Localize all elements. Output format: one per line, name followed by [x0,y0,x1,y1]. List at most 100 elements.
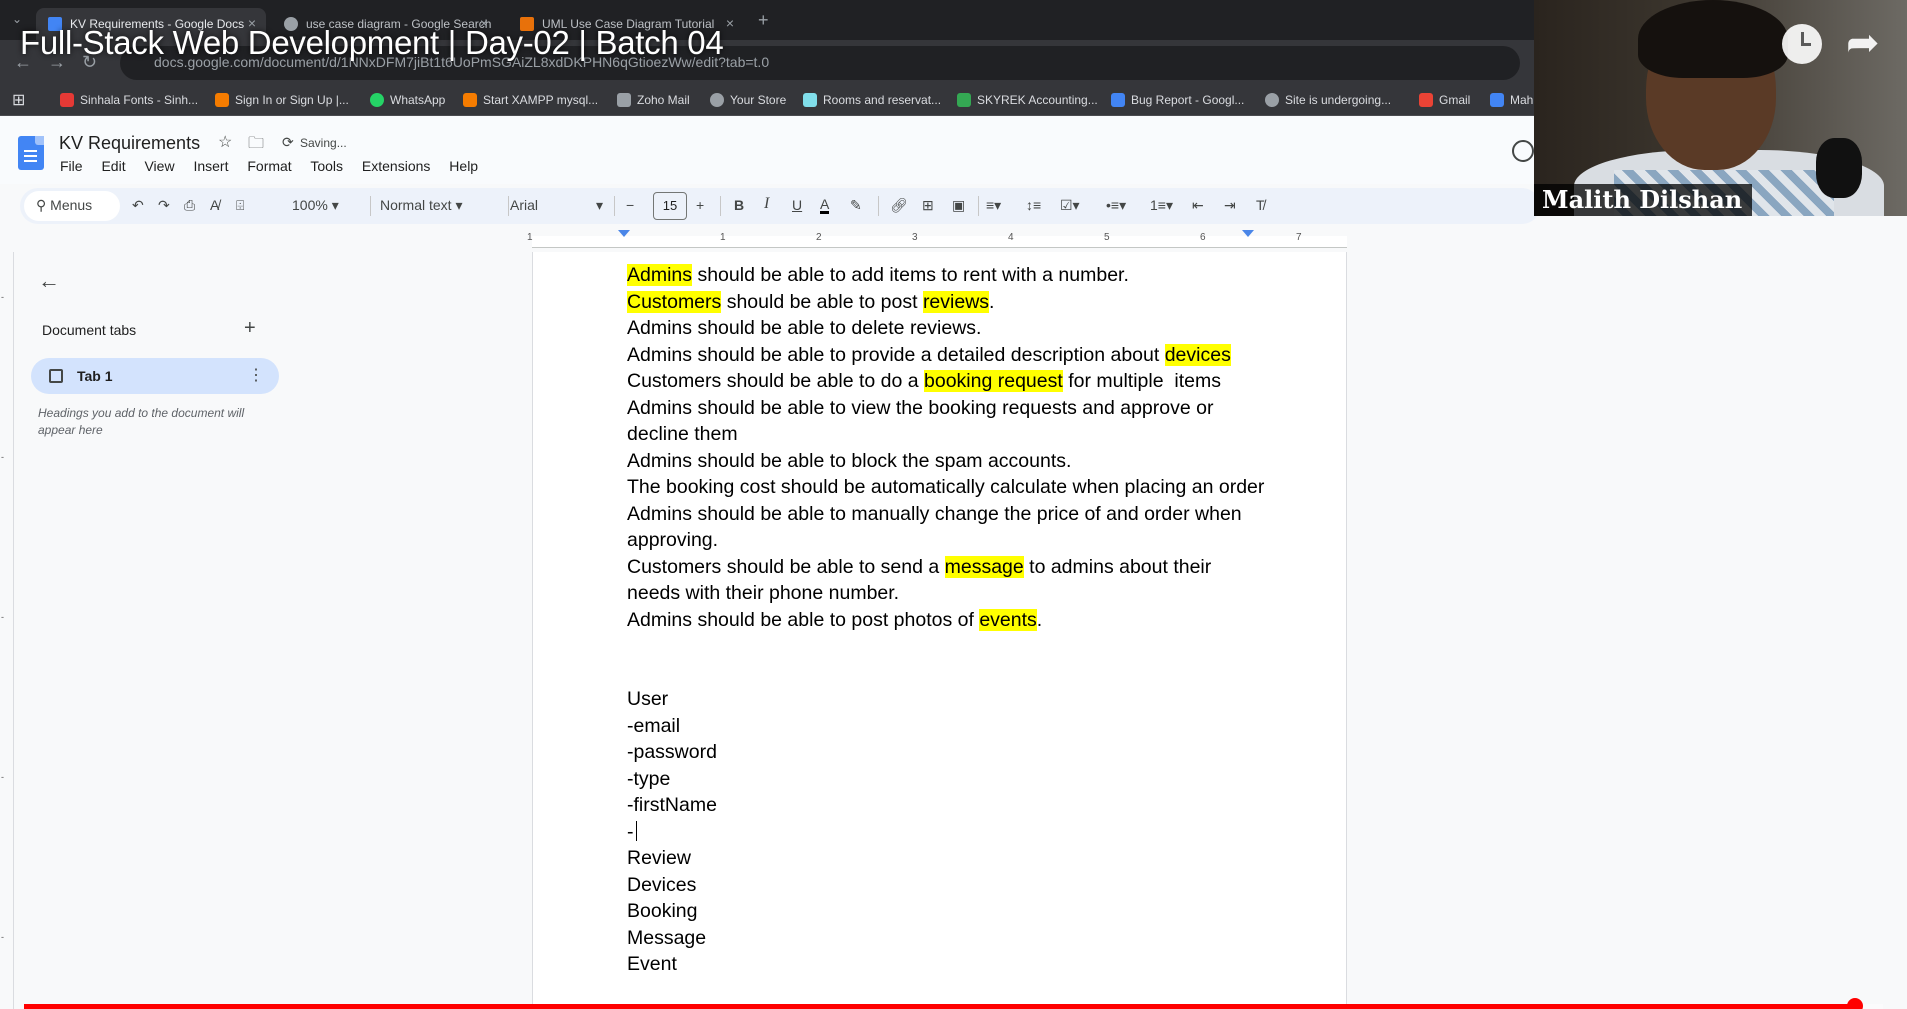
ruler-number: 4 [1008,232,1014,243]
toolbar-divider [508,196,509,216]
share-icon[interactable]: ➦ [1846,20,1880,66]
text-run: for multiple items [1062,370,1222,392]
version-history-icon[interactable] [1512,140,1534,162]
highlight-color-icon[interactable]: ✎ [850,197,862,214]
bookmark-item[interactable]: Start XAMPP mysql... [463,93,598,107]
menu-insert[interactable]: Insert [193,158,228,174]
align-icon[interactable]: ≡▾ [986,197,1001,214]
menu-view[interactable]: View [144,158,174,174]
add-tab-icon[interactable]: + [244,317,256,340]
watch-later-icon[interactable] [1782,24,1822,64]
entity-text: -password [627,741,717,763]
menu-extensions[interactable]: Extensions [362,158,430,174]
vertical-ruler-tick: - [1,612,4,622]
highlighted-term: message [944,555,1024,578]
menu-edit[interactable]: Edit [101,158,125,174]
move-folder-icon[interactable]: 🗀 [248,132,264,159]
text-run: Admins should be able to view the bookin… [627,396,1219,446]
checklist-icon[interactable]: ☑▾ [1060,197,1080,214]
bookmark-item[interactable]: Sign In or Sign Up |... [215,93,349,107]
bookmark-label: Zoho Mail [637,93,690,107]
back-arrow-icon[interactable]: ← [38,268,60,294]
insert-image-icon[interactable]: ▣ [952,197,965,214]
text-run: Admins should be able to delete reviews. [627,317,982,339]
bookmark-item[interactable]: SKYREK Accounting... [957,93,1098,107]
decrease-indent-icon[interactable]: ⇤ [1192,197,1204,214]
search-menus-button[interactable]: ⚲ Menus [24,191,120,221]
horizontal-ruler[interactable]: 1 1 2 3 4 5 6 7 [0,230,1540,252]
video-progress-fill [24,1004,1856,1009]
document-body[interactable]: Admins should be able to add items to re… [627,262,1267,978]
google-docs-logo-icon[interactable] [18,136,44,170]
line-spacing-icon[interactable]: ↕≡ [1026,197,1041,213]
menu-file[interactable]: File [60,158,83,174]
bookmark-label: Your Store [730,93,787,107]
close-tab-icon[interactable]: × [726,15,734,31]
menu-tools[interactable]: Tools [310,158,343,174]
style-select[interactable]: Normal text ▾ [380,197,463,214]
undo-icon[interactable]: ↶ [132,197,144,214]
increase-font-size-icon[interactable]: + [696,197,704,213]
text-run: Admins should be able to block the spam … [627,449,1072,472]
insert-link-icon[interactable]: 🔗︎ [890,197,908,214]
spellcheck-icon[interactable]: A̸ [210,197,219,213]
print-icon[interactable]: ⎙ [184,197,195,214]
bulleted-list-icon[interactable]: •≡▾ [1106,197,1126,214]
font-value: Arial [510,197,539,213]
document-tab-1[interactable]: Tab 1 ⋮ [31,358,279,394]
document-title[interactable]: KV Requirements [59,133,200,154]
menu-help[interactable]: Help [449,158,478,174]
vertical-ruler-tick: - [1,772,4,782]
entity-line: User [627,686,1267,713]
video-progress-bar[interactable] [24,998,1883,1009]
font-size-input[interactable]: 15 [653,192,687,220]
ruler-number: 5 [1104,232,1110,243]
vertical-ruler[interactable]: - - - - - [0,252,14,1009]
style-value: Normal text [380,197,452,213]
decrease-font-size-icon[interactable]: − [626,197,634,213]
requirement-line: Customers should be able to send a messa… [627,554,1267,607]
redo-icon[interactable]: ↷ [158,197,170,214]
more-vert-icon[interactable]: ⋮ [248,365,264,385]
zoom-select[interactable]: 100% ▾ [292,197,339,214]
new-tab-icon[interactable]: + [758,10,769,31]
right-indent-marker-icon[interactable] [1242,230,1254,237]
bookmark-label: WhatsApp [390,93,446,107]
bookmark-item[interactable]: Site is undergoing... [1265,93,1391,107]
bookmark-item[interactable]: WhatsApp [370,93,445,107]
video-scrubber-handle[interactable] [1847,998,1864,1009]
tab-label: Tab 1 [77,368,113,384]
left-indent-marker-icon[interactable] [618,230,630,237]
bookmark-favicon-icon [1490,93,1504,107]
bookmark-item[interactable]: Sinhala Fonts - Sinh... [60,93,198,107]
numbered-list-icon[interactable]: 1≡▾ [1150,197,1173,214]
menu-format[interactable]: Format [247,158,291,174]
clear-formatting-icon[interactable]: T̸ [1256,197,1265,213]
ruler-number: 3 [912,232,918,243]
font-select[interactable]: Arial ▾ [510,197,610,213]
bookmark-item[interactable]: Your Store [710,93,786,107]
italic-icon[interactable]: I [764,195,769,213]
entity-text: Event [627,953,677,975]
apps-grid-icon[interactable]: ⊞ [12,90,25,110]
bookmark-item[interactable]: Bug Report - Googl... [1111,93,1244,107]
entity-text: Booking [627,900,698,922]
star-icon[interactable]: ☆ [218,132,232,152]
bookmark-item[interactable]: Mah [1490,93,1533,107]
save-status: Saving... [300,136,347,150]
entity-line: Devices [627,872,1267,899]
paint-format-icon[interactable]: ⌹ [236,197,244,214]
bookmark-item[interactable]: Zoho Mail [617,93,690,107]
increase-indent-icon[interactable]: ⇥ [1224,197,1236,214]
entity-text: User [627,688,669,710]
underline-icon[interactable]: U [792,197,802,213]
blank-lines [627,633,1267,686]
text-run: should be able to add items to rent with… [692,264,1129,286]
bold-icon[interactable]: B [734,197,744,213]
add-comment-icon[interactable]: ⊞ [922,197,934,214]
bookmark-item[interactable]: Rooms and reservat... [803,93,941,107]
vertical-ruler-tick: - [1,292,4,302]
entity-text: Message [627,926,707,949]
bookmark-item[interactable]: Gmail [1419,93,1470,107]
text-color-icon[interactable]: A [820,197,830,214]
